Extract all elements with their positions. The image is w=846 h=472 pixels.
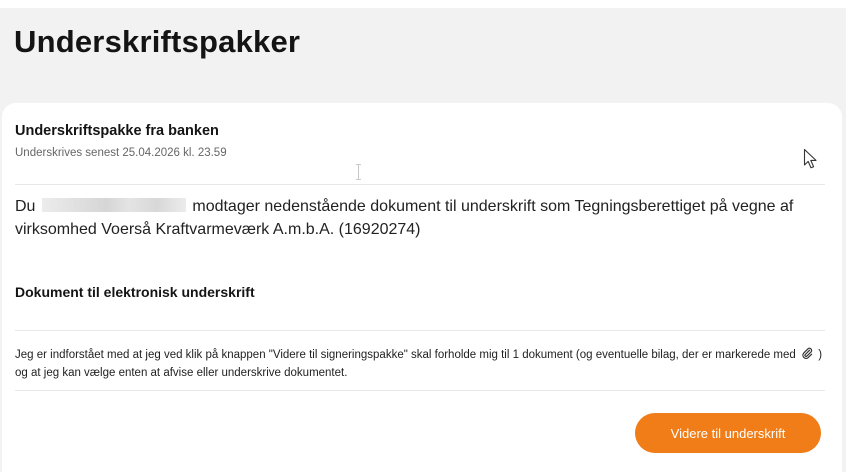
continue-to-signature-button[interactable]: Videre til underskrift bbox=[635, 413, 821, 453]
mouse-pointer-icon bbox=[803, 148, 817, 169]
page-title: Underskriftspakker bbox=[14, 24, 301, 59]
text-cursor-icon bbox=[356, 164, 361, 180]
consent-text: Jeg er indforstået med at jeg ved klik p… bbox=[15, 346, 827, 382]
signature-package-card: Underskriftspakke fra banken Underskrive… bbox=[2, 103, 842, 472]
package-title: Underskriftspakke fra banken bbox=[15, 123, 219, 139]
intro-prefix: Du bbox=[15, 198, 36, 215]
divider bbox=[15, 390, 825, 391]
documents-section-title: Dokument til elektronisk underskrift bbox=[15, 284, 255, 300]
top-strip bbox=[0, 0, 846, 8]
intro-text: Du modtager nedenstående dokument til un… bbox=[15, 195, 827, 241]
paperclip-icon bbox=[802, 347, 813, 359]
redacted-name bbox=[41, 198, 186, 212]
divider bbox=[15, 330, 825, 331]
package-deadline: Underskrives senest 25.04.2026 kl. 23.59 bbox=[15, 147, 227, 159]
divider bbox=[15, 184, 825, 185]
consent-text-before: Jeg er indforstået med at jeg ved klik p… bbox=[15, 349, 796, 361]
